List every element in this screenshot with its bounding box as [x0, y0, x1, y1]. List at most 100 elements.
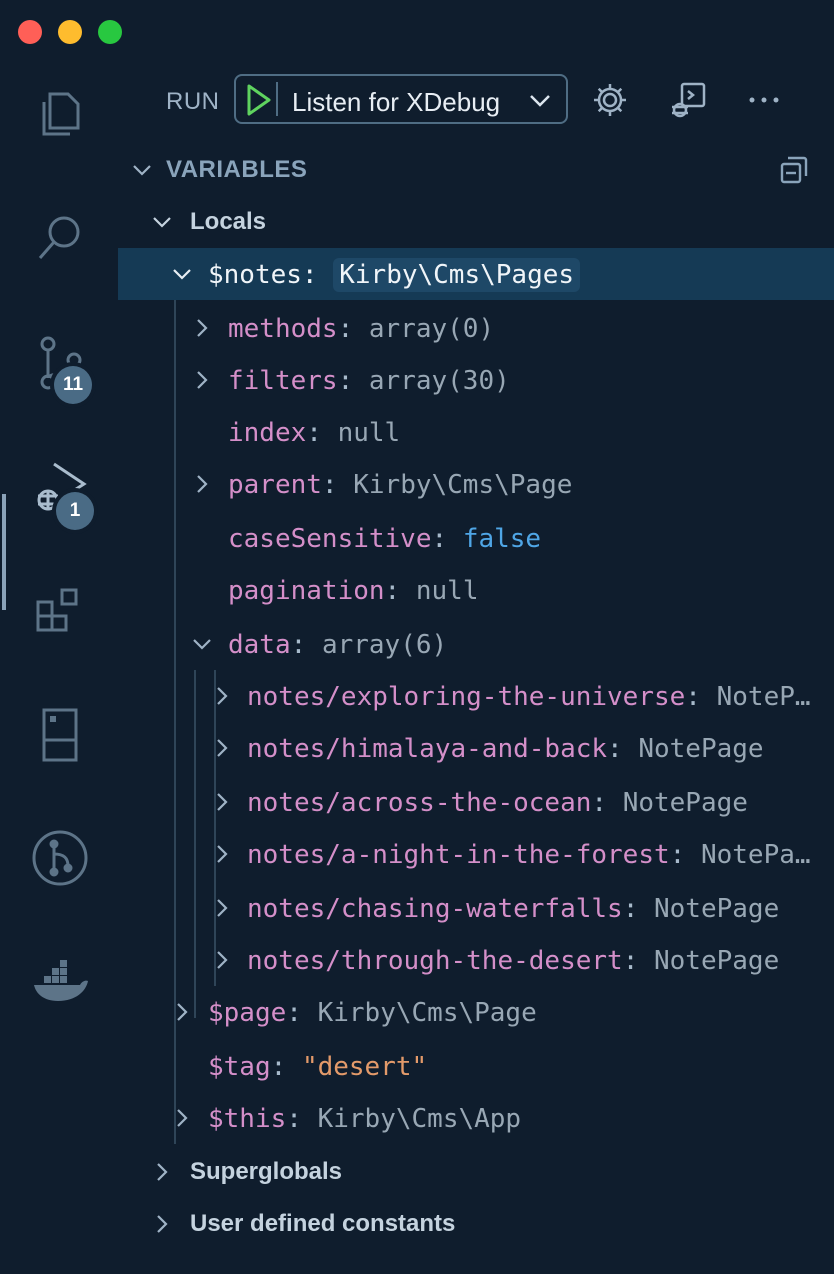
- variable-separator: :: [337, 366, 369, 396]
- scope-label: Superglobals: [190, 1158, 343, 1185]
- variable-name: notes/across-the-ocean: [247, 788, 592, 818]
- variable-value: "desert": [301, 1052, 428, 1082]
- variable-separator: :: [290, 630, 322, 660]
- variable-value: Kirby\Cms\Pages: [333, 258, 581, 292]
- chevron-down-icon: [530, 95, 550, 107]
- variable-row[interactable]: filters: array(30): [118, 354, 834, 406]
- chevron-right-icon: [210, 684, 234, 708]
- variable-row[interactable]: notes/a-night-in-the-forest: NotePa…: [118, 828, 834, 880]
- search-button[interactable]: [24, 202, 96, 274]
- chevron-down-icon: [170, 262, 194, 286]
- variable-value: null: [337, 418, 401, 448]
- variable-name: notes/through-the-desert: [247, 946, 623, 976]
- variable-value: NoteP…: [716, 682, 811, 712]
- variable-value: Kirby\Cms\App: [317, 1104, 522, 1134]
- explorer-button[interactable]: [24, 78, 96, 150]
- chevron-right-icon: [190, 368, 214, 392]
- variable-value: NotePa…: [700, 840, 811, 870]
- variable-name: filters: [228, 366, 338, 396]
- variables-section-header[interactable]: VARIABLES: [118, 150, 834, 190]
- docker-icon: [34, 960, 88, 1001]
- variable-separator: :: [321, 470, 354, 500]
- remote-explorer-button[interactable]: [24, 698, 96, 770]
- debug-console-button[interactable]: [666, 78, 710, 122]
- variable-value: NotePage: [654, 894, 780, 924]
- variable-separator: :: [286, 998, 318, 1028]
- chevron-right-icon: [210, 790, 234, 814]
- extensions-button[interactable]: [24, 574, 96, 646]
- variable-row-data[interactable]: data: array(6): [118, 618, 834, 670]
- open-launch-json-button[interactable]: [588, 78, 632, 122]
- variable-name: $notes: [208, 260, 302, 290]
- variable-separator: :: [337, 314, 369, 344]
- collapse-all-icon[interactable]: [778, 154, 810, 186]
- debug-configuration-select[interactable]: Listen for XDebug: [234, 74, 568, 124]
- variable-value: NotePage: [622, 788, 748, 818]
- ellipsis-icon: [749, 97, 779, 103]
- chevron-right-icon: [210, 736, 234, 760]
- zoom-window-button[interactable]: [98, 20, 122, 44]
- variable-name: notes/a-night-in-the-forest: [247, 840, 670, 870]
- start-debugging-button[interactable]: [242, 82, 278, 116]
- variable-separator: :: [270, 1052, 302, 1082]
- variable-row-tag[interactable]: $tag: "desert": [118, 1040, 834, 1092]
- variable-name: parent: [228, 470, 322, 500]
- variable-row[interactable]: notes/himalaya-and-back: NotePage: [118, 722, 834, 774]
- variable-name: $page: [208, 998, 287, 1028]
- extensions-icon: [36, 588, 78, 632]
- source-control-badge: 11: [54, 366, 92, 404]
- variable-row[interactable]: caseSensitive: false: [118, 512, 834, 564]
- variable-separator: :: [685, 682, 717, 712]
- more-actions-button[interactable]: [742, 78, 786, 122]
- chevron-down-icon: [190, 632, 214, 656]
- chevron-right-icon: [170, 1000, 194, 1024]
- chevron-right-icon: [210, 842, 234, 866]
- title-bar: [0, 0, 834, 62]
- minimize-window-button[interactable]: [58, 20, 82, 44]
- chevron-right-icon: [190, 316, 214, 340]
- variable-row[interactable]: index: null: [118, 406, 834, 458]
- chevron-down-icon: [150, 210, 174, 234]
- variable-row[interactable]: pagination: null: [118, 564, 834, 616]
- variable-value: Kirby\Cms\Page: [353, 470, 573, 500]
- variable-name: $this: [208, 1104, 287, 1134]
- variable-row[interactable]: notes/chasing-waterfalls: NotePage: [118, 882, 834, 934]
- variable-row[interactable]: methods: array(0): [118, 302, 834, 354]
- variable-value: NotePage: [638, 734, 764, 764]
- scope-locals[interactable]: Locals: [118, 196, 834, 248]
- variable-row-notes[interactable]: $notes: Kirby\Cms\Pages: [118, 248, 834, 300]
- variables-title: VARIABLES: [166, 156, 308, 183]
- variable-name: index: [228, 418, 307, 448]
- variable-name: data: [228, 630, 291, 660]
- git-graph-button[interactable]: [24, 822, 96, 894]
- variable-name: $tag: [208, 1052, 271, 1082]
- scope-superglobals[interactable]: Superglobals: [118, 1146, 834, 1198]
- variable-value: array(30): [368, 366, 510, 396]
- remote-explorer-icon: [42, 708, 78, 762]
- docker-button[interactable]: [24, 946, 96, 1018]
- variable-value: NotePage: [654, 946, 780, 976]
- chevron-right-icon: [170, 1106, 194, 1130]
- variable-row-this[interactable]: $this: Kirby\Cms\App: [118, 1092, 834, 1144]
- run-toolbar: RUN Listen for XDebug: [118, 74, 834, 130]
- variable-separator: :: [306, 418, 338, 448]
- variable-row[interactable]: parent: Kirby\Cms\Page: [118, 458, 834, 510]
- scope-user-constants[interactable]: User defined constants: [118, 1198, 834, 1250]
- variable-row[interactable]: notes/exploring-the-universe: NoteP…: [118, 670, 834, 722]
- variable-row-page[interactable]: $page: Kirby\Cms\Page: [118, 986, 834, 1038]
- variable-value: Kirby\Cms\Page: [317, 998, 537, 1028]
- search-icon: [38, 216, 80, 259]
- scope-label: Locals: [190, 208, 267, 235]
- close-window-button[interactable]: [18, 20, 42, 44]
- variable-row[interactable]: notes/across-the-ocean: NotePage: [118, 776, 834, 828]
- variable-name: notes/himalaya-and-back: [247, 734, 608, 764]
- variable-separator: :: [286, 1104, 318, 1134]
- chevron-right-icon: [210, 896, 234, 920]
- activity-bar: 11 1: [0, 62, 118, 1274]
- scope-label: User defined constants: [190, 1210, 456, 1237]
- variable-value: array(6): [321, 630, 448, 660]
- files-icon: [42, 92, 80, 136]
- variable-row[interactable]: notes/through-the-desert: NotePage: [118, 934, 834, 986]
- variable-value: null: [415, 576, 479, 606]
- chevron-right-icon: [150, 1160, 174, 1184]
